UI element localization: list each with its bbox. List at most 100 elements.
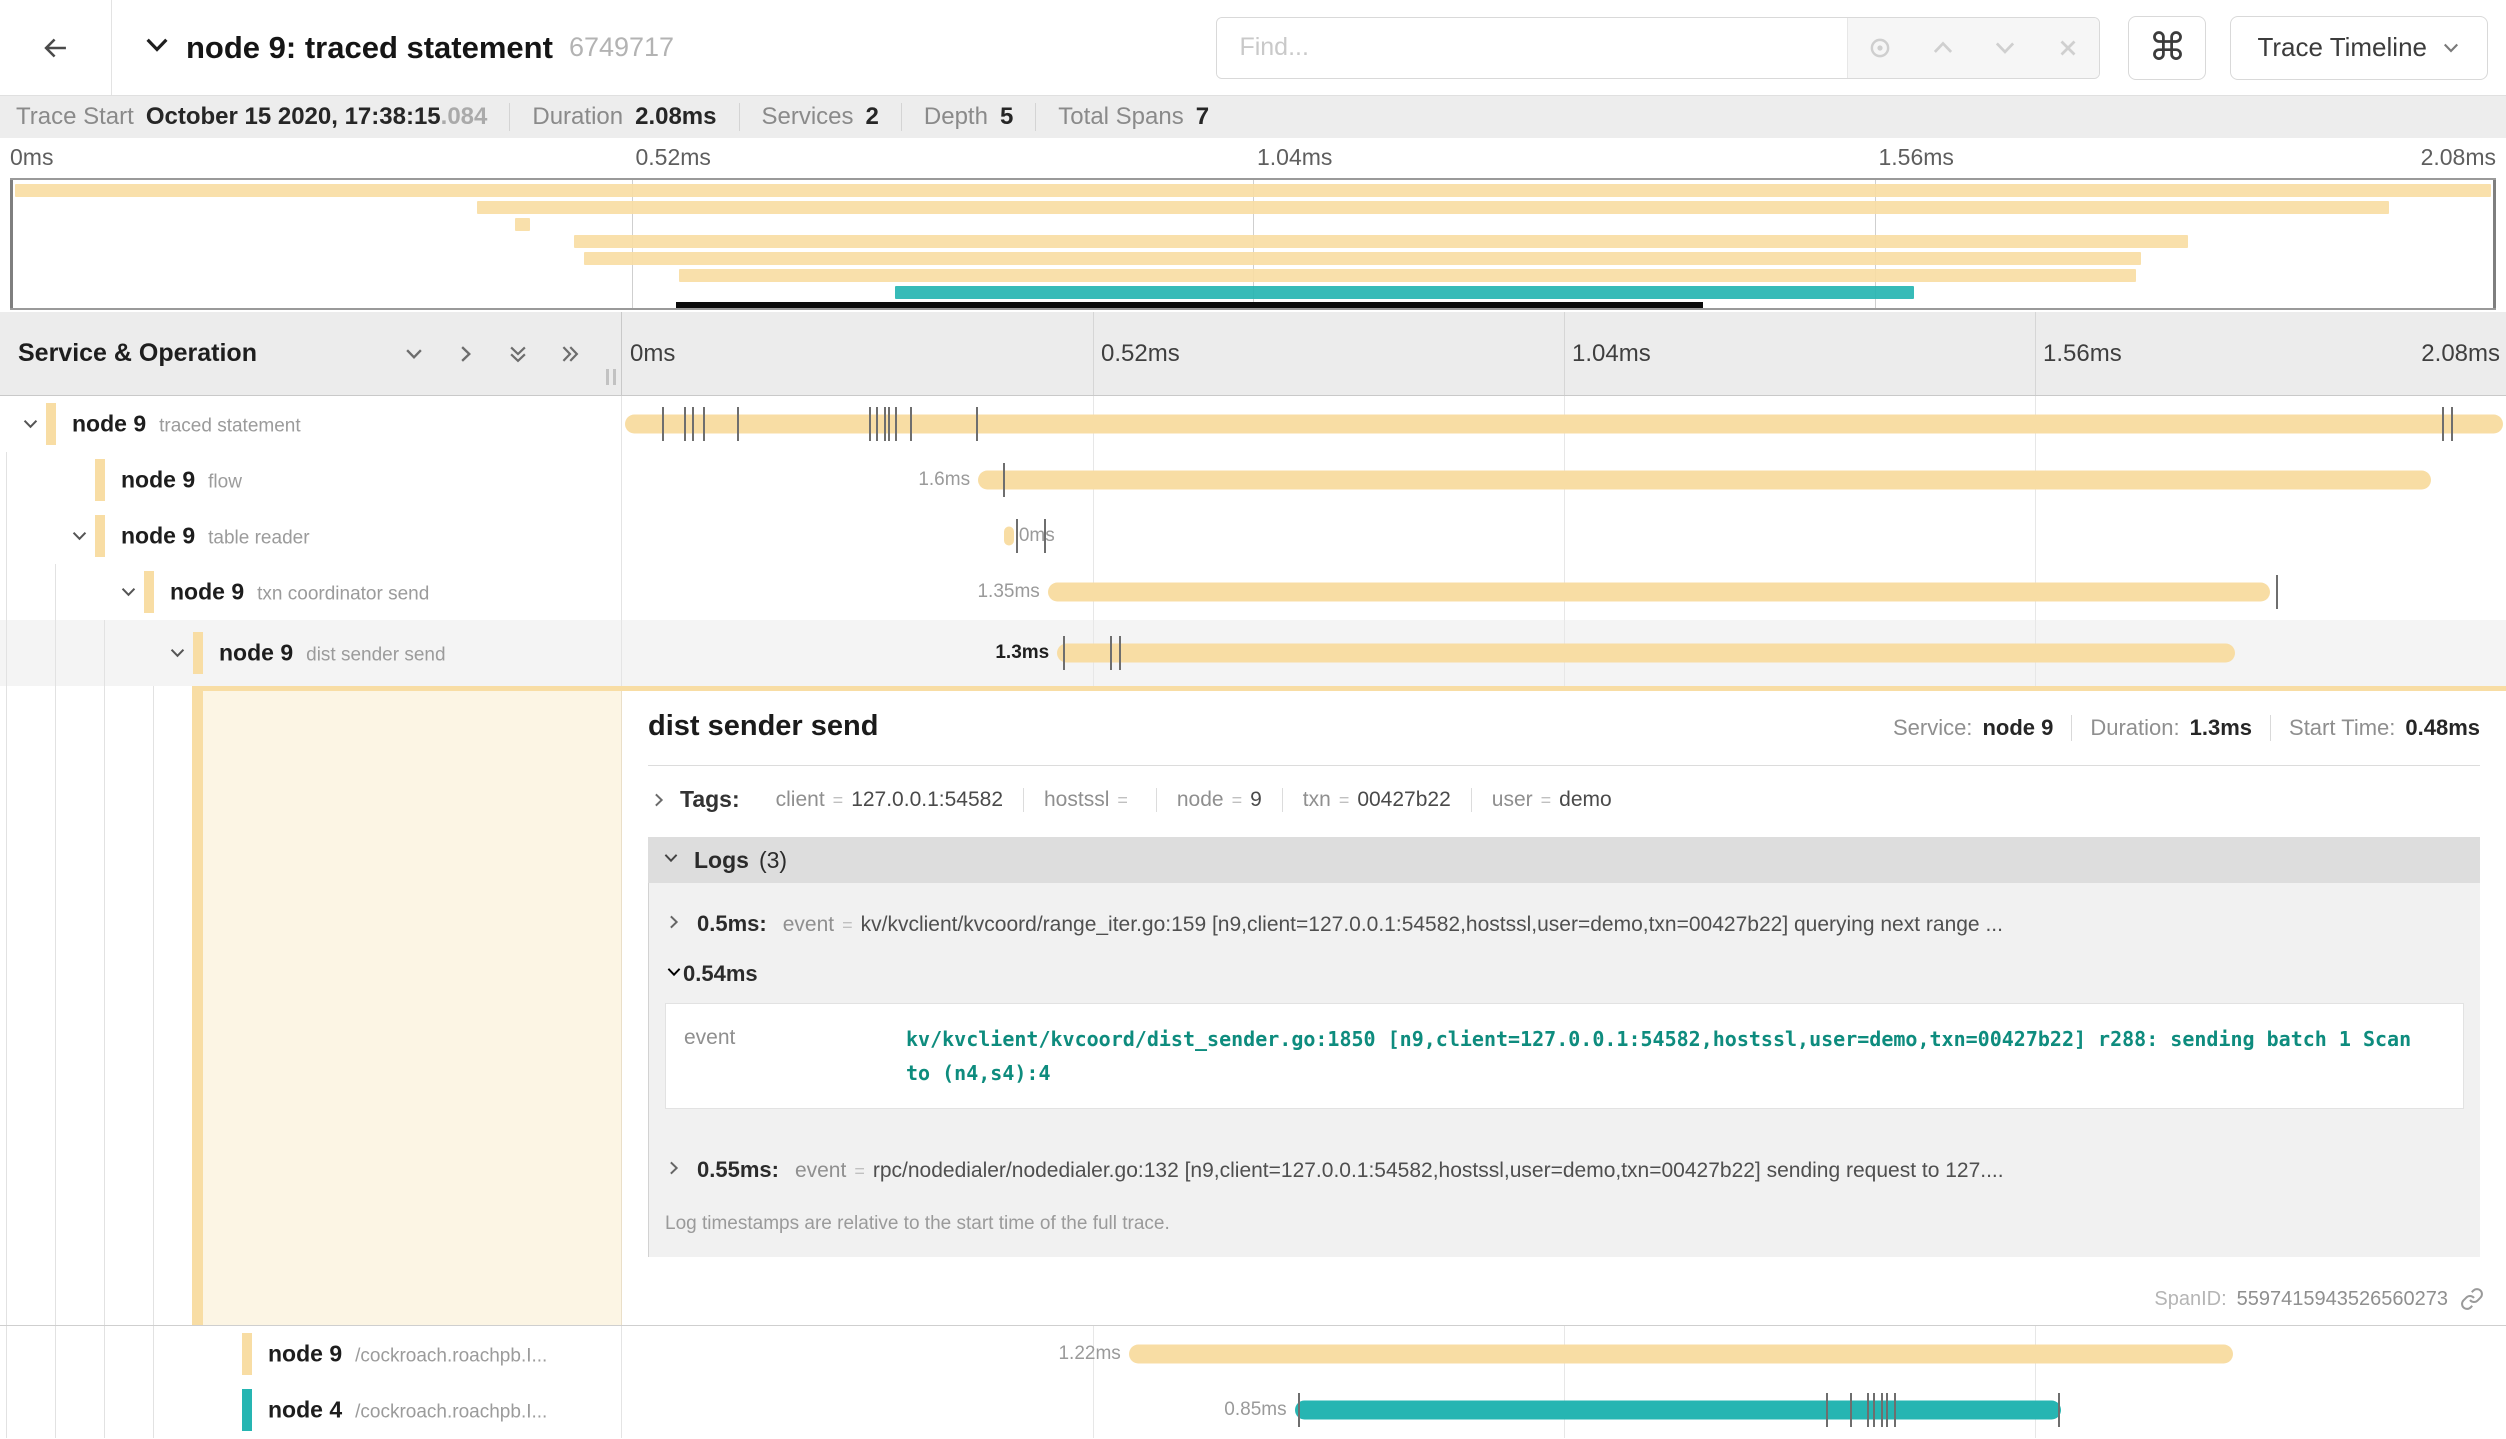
service-operation-header: Service & Operation (0, 312, 622, 395)
view-selector-label: Trace Timeline (2257, 32, 2427, 63)
minimap-left-scrubber[interactable] (10, 180, 13, 308)
span-bar-cell[interactable]: 0ms (622, 508, 2506, 564)
axis-column-divider (2035, 312, 2036, 395)
span-duration-bar[interactable] (1129, 1345, 2233, 1364)
span-detail-panel: dist sender send Service:node 9 Duration… (622, 686, 2506, 1325)
logs-footer-note: Log timestamps are relative to the start… (649, 1201, 2480, 1253)
trace-id: 6749717 (569, 32, 674, 63)
meta-trace-start: Trace Start October 15 2020, 17:38:15.08… (16, 103, 509, 131)
span-duration-bar[interactable] (1004, 527, 1013, 546)
tag-client: client=127.0.0.1:54582 (756, 788, 1023, 812)
expand-all-double-chevron-right-icon[interactable] (559, 343, 581, 365)
span-row-table-reader[interactable]: node 9table reader 0ms (0, 508, 2506, 564)
chevron-right-icon (650, 791, 668, 809)
trace-collapse-chevron-down-icon[interactable] (142, 30, 172, 65)
span-name-cell[interactable]: node 9traced statement (0, 396, 622, 452)
span-collapse-chevron-down-icon[interactable] (119, 583, 138, 602)
span-row-flow[interactable]: node 9flow 1.6ms (0, 452, 2506, 508)
timeline-axis-header: 0ms 0.52ms 1.04ms 1.56ms 2.08ms (622, 312, 2506, 395)
span-bar-cell[interactable]: 1.3ms (622, 620, 2506, 686)
back-arrow-icon (39, 31, 73, 65)
span-row-txn-coordinator-send[interactable]: node 9txn coordinator send 1.35ms (0, 564, 2506, 620)
collapse-all-chevron-down-icon[interactable] (403, 343, 425, 365)
find-next-chevron-down-icon[interactable] (1992, 35, 2018, 61)
find-tools (1847, 18, 2099, 78)
log-entry-expanded-header[interactable]: 0.54ms (665, 961, 2464, 987)
span-collapse-chevron-down-icon[interactable] (168, 644, 187, 663)
span-row-traced-statement[interactable]: node 9traced statement (0, 396, 2506, 452)
find-group (1216, 17, 2100, 79)
span-detail-accent-border (192, 686, 2506, 691)
chevron-right-icon (665, 913, 683, 936)
service-color-bar (95, 459, 105, 501)
meta-depth: Depth 5 (901, 103, 1035, 131)
back-button[interactable] (0, 0, 112, 95)
minimap-right-scrubber[interactable] (2493, 180, 2496, 308)
span-duration-label: 1.3ms (995, 642, 1049, 664)
span-bar-cell[interactable]: 1.6ms (622, 452, 2506, 508)
find-prev-chevron-up-icon[interactable] (1930, 35, 1956, 61)
detail-start-time: Start Time:0.48ms (2270, 715, 2480, 741)
trace-page: node 9: traced statement 6749717 ⌘ Trace… (0, 0, 2506, 1439)
tag-node: node=9 (1156, 788, 1282, 812)
page-title: node 9: traced statement (186, 30, 553, 66)
span-row-node4-batch[interactable]: node 4/cockroach.roachpb.I... 0.85ms (0, 1382, 2506, 1438)
header: node 9: traced statement 6749717 ⌘ Trace… (0, 0, 2506, 95)
chevron-down-icon (2441, 38, 2461, 58)
minimap-canvas[interactable] (10, 178, 2496, 310)
span-detail-left-gutter (0, 686, 622, 1325)
log-entry-collapsed[interactable]: 0.55ms: event = rpc/nodedialer/nodediale… (649, 1129, 2480, 1201)
span-bar-cell[interactable]: 1.22ms (622, 1326, 2506, 1382)
log-field-key: event (666, 1004, 906, 1108)
minimap-axis: 0ms 0.52ms 1.04ms 1.56ms 2.08ms (10, 144, 2496, 176)
span-collapse-chevron-down-icon[interactable] (70, 527, 89, 546)
span-name-cell[interactable]: node 9/cockroach.roachpb.I... (0, 1326, 622, 1382)
meta-total-spans: Total Spans 7 (1035, 103, 1231, 131)
tags-accordion[interactable]: Tags: client=127.0.0.1:54582 hostssl= no… (648, 786, 2480, 813)
log-entry-expanded: 0.54ms event kv/kvclient/kvcoord/dist_se… (649, 955, 2480, 1129)
span-name-cell[interactable]: node 9table reader (0, 508, 622, 564)
axis-column-divider (1093, 312, 1094, 395)
view-selector-button[interactable]: Trace Timeline (2230, 16, 2488, 80)
span-name-cell[interactable]: node 9flow (0, 452, 622, 508)
span-duration-bar[interactable] (1295, 1401, 2062, 1420)
expand-one-chevron-right-icon[interactable] (455, 343, 477, 365)
keyboard-shortcuts-button[interactable]: ⌘ (2128, 16, 2206, 80)
span-collapse-chevron-down-icon[interactable] (21, 415, 40, 434)
span-duration-bar[interactable] (1048, 583, 2271, 602)
span-row-dist-sender-send[interactable]: node 9dist sender send 1.3ms (0, 620, 2506, 686)
service-operation-title: Service & Operation (18, 339, 257, 368)
column-resizer-grip[interactable] (606, 369, 616, 385)
span-bar-cell[interactable]: 0.85ms (622, 1382, 2506, 1438)
minimap-indicator (676, 302, 1703, 308)
span-id-row: SpanID: 5597415943526560273 (2154, 1287, 2484, 1311)
span-name-cell[interactable]: node 4/cockroach.roachpb.I... (0, 1382, 622, 1438)
chevron-down-icon (662, 849, 680, 872)
chevron-down-icon (665, 963, 683, 986)
detail-duration: Duration:1.3ms (2071, 715, 2270, 741)
span-duration-bar[interactable] (978, 471, 2431, 490)
collapse-deep-double-chevron-down-icon[interactable] (507, 343, 529, 365)
command-icon: ⌘ (2148, 25, 2186, 70)
span-duration-bar[interactable] (1057, 644, 2235, 663)
service-color-bar (242, 1333, 252, 1375)
span-bar-cell[interactable]: 1.35ms (622, 564, 2506, 620)
span-name-cell[interactable]: node 9dist sender send (0, 620, 622, 686)
deep-link-icon[interactable] (2460, 1287, 2484, 1311)
focus-target-icon[interactable] (1867, 35, 1893, 61)
logs-accordion-header[interactable]: Logs (3) (648, 837, 2480, 883)
log-entry-collapsed[interactable]: 0.5ms: event = kv/kvclient/kvcoord/range… (649, 883, 2480, 955)
span-name-cell[interactable]: node 9txn coordinator send (0, 564, 622, 620)
span-bar-cell[interactable] (622, 396, 2506, 452)
find-clear-close-icon[interactable] (2055, 35, 2081, 61)
service-color-bar (242, 1389, 252, 1431)
span-row-node9-batch[interactable]: node 9/cockroach.roachpb.I... 1.22ms (0, 1326, 2506, 1382)
detail-service: Service:node 9 (1875, 715, 2071, 741)
trace-minimap: 0ms 0.52ms 1.04ms 1.56ms 2.08ms (0, 138, 2506, 312)
chevron-right-icon (665, 1159, 683, 1182)
span-detail-row: dist sender send Service:node 9 Duration… (0, 686, 2506, 1326)
find-input[interactable] (1217, 18, 1847, 78)
span-duration-bar[interactable] (625, 415, 2503, 434)
service-color-bar (144, 571, 154, 613)
log-field-value: kv/kvclient/kvcoord/dist_sender.go:1850 … (906, 1004, 2463, 1108)
